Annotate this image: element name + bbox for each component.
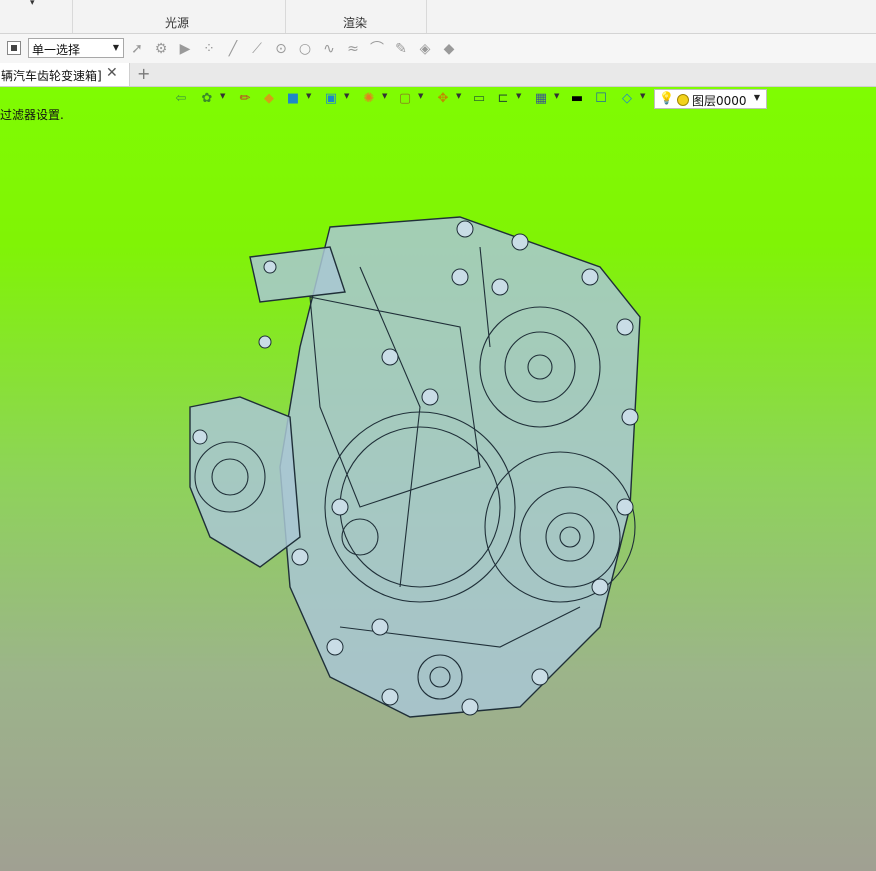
chevron-down-icon[interactable]: ▼	[456, 92, 461, 100]
pen-icon[interactable]: ✎	[392, 40, 410, 58]
dimension-icon[interactable]: ⊏	[494, 90, 512, 108]
ribbon-separator	[72, 0, 73, 33]
layer-icon[interactable]: ◇	[618, 90, 636, 108]
ribbon-group-bar: ▾ 光源 渲染	[0, 0, 876, 34]
view-toolbar: ⇦ ✿ ▼ ✏ ◆ ■ ▼ ▣ ▼ ✺ ▼ ▢ ▼ ✥ ▼ ▭ ⊏ ▼ ▦ ▼ …	[172, 89, 654, 109]
left-flange	[189, 396, 301, 568]
wave-icon[interactable]: ≈	[344, 40, 362, 58]
section-view-icon[interactable]: ✺	[360, 90, 378, 108]
render-mode-icon[interactable]: ✿	[198, 90, 216, 108]
chevron-down-icon[interactable]: ▼	[220, 92, 225, 100]
selection-filter-dropdown[interactable]: 单一选择 ▼	[28, 38, 124, 58]
upper-shaft	[249, 246, 346, 303]
ribbon-collapse-arrow-icon[interactable]: ▾	[30, 0, 35, 8]
gearbox-model[interactable]	[160, 207, 660, 727]
circle-icon[interactable]: ○	[296, 40, 314, 58]
3d-viewport[interactable]: 过滤器设置. ⇦ ✿ ▼ ✏ ◆ ■ ▼ ▣ ▼ ✺ ▼ ▢ ▼ ✥ ▼ ▭ ⊏…	[0, 87, 876, 871]
chevron-down-icon: ▼	[112, 43, 119, 52]
document-tab[interactable]: 辆汽车齿轮变速箱] ✕	[0, 63, 130, 86]
fit-view-icon[interactable]: ▢	[396, 90, 414, 108]
cad-app: ▾ 光源 渲染 单一选择 ▼ ➚ ⚙ ▶ ⁘ ╱ ⟋ ⊙ ○ ∿ ≈ ⌒ ✎ ◈…	[0, 0, 876, 871]
chevron-down-icon[interactable]: ▼	[382, 92, 387, 100]
play-icon[interactable]: ▶	[176, 40, 194, 58]
line-icon[interactable]: ╱	[224, 40, 242, 58]
filter-hint-text: 过滤器设置.	[0, 108, 64, 122]
layer-color-icon	[677, 94, 689, 106]
circle-point-icon[interactable]: ⊙	[272, 40, 290, 58]
chevron-down-icon[interactable]: ▼	[344, 92, 349, 100]
chevron-down-icon: ▼	[753, 93, 760, 102]
ribbon-separator	[285, 0, 286, 33]
spline-icon[interactable]: ∿	[320, 40, 338, 58]
selection-filter-value: 单一选择	[32, 43, 81, 57]
paint-select-icon[interactable]: ⚙	[152, 40, 170, 58]
cursor-select-icon[interactable]: ➚	[128, 40, 146, 58]
pencil-icon[interactable]: ✏	[236, 90, 254, 108]
layer-dropdown[interactable]: 💡 图层0000 ▼	[654, 89, 767, 109]
layer-stack-2-icon[interactable]: ◆	[440, 40, 458, 58]
chevron-down-icon[interactable]: ▼	[516, 92, 521, 100]
ribbon-group-render: 渲染	[343, 16, 368, 30]
chevron-down-icon[interactable]: ▼	[640, 92, 645, 100]
layer-stack-icon[interactable]: ◈	[416, 40, 434, 58]
shaded-cube-icon[interactable]: ◆	[260, 90, 278, 108]
chevron-down-icon[interactable]: ▼	[418, 92, 423, 100]
lightbulb-icon[interactable]: 💡	[659, 91, 674, 105]
chevron-down-icon[interactable]: ▼	[554, 92, 559, 100]
fill-color-icon[interactable]: ☐	[592, 90, 610, 108]
frame-icon[interactable]: ▭	[470, 90, 488, 108]
point-cloud-icon[interactable]: ⁘	[200, 40, 218, 58]
document-tab-strip: 辆汽车齿轮变速箱] ✕ +	[0, 63, 876, 87]
close-icon[interactable]: ✕	[106, 65, 118, 81]
line-point-icon[interactable]: ⟋	[248, 40, 266, 58]
stop-select-button[interactable]	[7, 41, 21, 55]
chevron-down-icon[interactable]: ▼	[306, 92, 311, 100]
selection-toolbar: 单一选择 ▼ ➚ ⚙ ▶ ⁘ ╱ ⟋ ⊙ ○ ∿ ≈ ⌒ ✎ ◈ ◆	[0, 34, 876, 64]
layer-name: 图层0000	[692, 94, 747, 108]
cube-icon[interactable]: ■	[284, 90, 302, 108]
arc-icon[interactable]: ⌒	[368, 40, 386, 58]
display-icon[interactable]: ▦	[532, 90, 550, 108]
add-tab-icon[interactable]: +	[137, 64, 150, 83]
move-axis-icon[interactable]: ✥	[434, 90, 452, 108]
ribbon-group-light: 光源	[165, 16, 190, 30]
view-orientation-icon[interactable]: ▣	[322, 90, 340, 108]
line-color-icon[interactable]: ▬	[568, 90, 586, 108]
document-tab-label: 辆汽车齿轮变速箱]	[1, 69, 102, 83]
exit-view-icon[interactable]: ⇦	[172, 90, 190, 108]
ribbon-separator	[426, 0, 427, 33]
